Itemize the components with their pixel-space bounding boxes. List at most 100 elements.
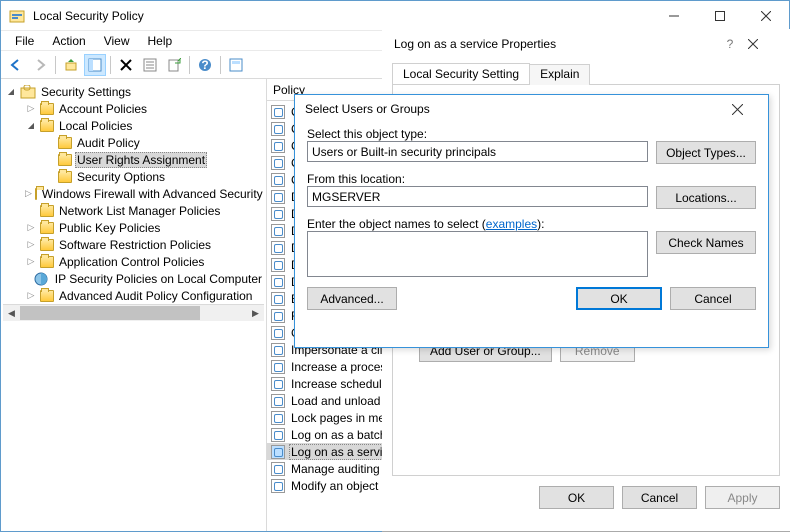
tree-item-label: Software Restriction Policies <box>57 238 213 252</box>
tree-item-label: IP Security Policies on Local Computer <box>53 272 264 286</box>
check-names-button[interactable]: Check Names <box>656 231 756 254</box>
tree-item[interactable]: Software Restriction Policies <box>3 236 264 253</box>
up-button[interactable] <box>60 54 82 76</box>
cancel-button[interactable]: Cancel <box>622 486 697 509</box>
policy-icon <box>271 241 285 255</box>
help-button[interactable]: ? <box>194 54 216 76</box>
menu-action[interactable]: Action <box>44 32 93 50</box>
tree-item[interactable]: Network List Manager Policies <box>3 202 264 219</box>
select-dialog-titlebar: Select Users or Groups <box>295 95 768 123</box>
close-button[interactable] <box>732 104 762 115</box>
apply-button: Apply <box>705 486 780 509</box>
select-users-or-groups-dialog: Select Users or Groups Select this objec… <box>294 94 769 348</box>
policy-icon <box>271 411 285 425</box>
tree-item[interactable]: Application Control Policies <box>3 253 264 270</box>
properties-titlebar: Log on as a service Properties ? <box>382 29 790 59</box>
expand-icon[interactable] <box>25 255 37 268</box>
menu-help[interactable]: Help <box>140 32 181 50</box>
tree-item-label: Advanced Audit Policy Configuration <box>57 289 254 303</box>
show-hide-tree-button[interactable] <box>84 54 106 76</box>
policy-label: Log on as a service <box>289 444 397 460</box>
select-dialog-title: Select Users or Groups <box>305 102 732 116</box>
policy-icon <box>271 122 285 136</box>
folder-icon <box>40 103 54 115</box>
tree-item[interactable]: Security Options <box>3 168 264 185</box>
folder-icon <box>58 137 72 149</box>
tree-item[interactable]: Windows Firewall with Advanced Security <box>3 185 264 202</box>
ok-button[interactable]: OK <box>576 287 662 310</box>
tree-item-label: User Rights Assignment <box>75 152 207 168</box>
location-field[interactable] <box>307 186 648 207</box>
tab-local-security-setting[interactable]: Local Security Setting <box>392 63 530 84</box>
policy-icon <box>271 326 285 340</box>
policy-icon <box>271 173 285 187</box>
scroll-left-icon[interactable]: ◀ <box>3 305 20 321</box>
policy-icon <box>271 139 285 153</box>
policy-icon <box>271 292 285 306</box>
delete-button[interactable] <box>115 54 137 76</box>
scroll-thumb[interactable] <box>20 306 200 320</box>
object-types-button[interactable]: Object Types... <box>656 141 756 164</box>
expand-icon[interactable] <box>25 238 37 251</box>
tree-item[interactable]: Audit Policy <box>3 134 264 151</box>
tree-item-label: Audit Policy <box>75 136 142 150</box>
tree-item[interactable]: Public Key Policies <box>3 219 264 236</box>
tree-item[interactable]: User Rights Assignment <box>3 151 264 168</box>
policy-icon <box>271 360 285 374</box>
object-names-label: Enter the object names to select (exampl… <box>307 217 756 231</box>
close-button[interactable] <box>748 39 784 49</box>
expand-icon[interactable] <box>25 289 37 302</box>
tree-horizontal-scrollbar[interactable]: ◀ ▶ <box>3 304 264 321</box>
tree-item[interactable]: IP Security Policies on Local Computer <box>3 270 264 287</box>
cancel-button[interactable]: Cancel <box>670 287 756 310</box>
tree-item[interactable]: Account Policies <box>3 100 264 117</box>
tree-item[interactable]: Advanced Audit Policy Configuration <box>3 287 264 304</box>
expand-icon[interactable] <box>25 221 37 234</box>
tree-root[interactable]: Security Settings <box>3 83 264 100</box>
window-title: Local Security Policy <box>33 9 651 23</box>
object-type-field[interactable] <box>307 141 648 162</box>
back-button[interactable] <box>5 54 27 76</box>
minimize-button[interactable] <box>651 1 697 30</box>
help-button[interactable]: ? <box>712 37 748 51</box>
tree-item-label: Application Control Policies <box>57 255 206 269</box>
close-button[interactable] <box>743 1 789 30</box>
expand-icon[interactable] <box>25 120 37 132</box>
maximize-button[interactable] <box>697 1 743 30</box>
menu-file[interactable]: File <box>7 32 42 50</box>
folder-icon <box>58 171 72 183</box>
forward-button[interactable] <box>29 54 51 76</box>
examples-link[interactable]: examples <box>486 217 537 231</box>
advanced-button[interactable]: Advanced... <box>307 287 397 310</box>
tree-item-label: Security Options <box>75 170 167 184</box>
policy-icon <box>271 428 285 442</box>
location-label: From this location: <box>307 172 756 186</box>
tree-root-label: Security Settings <box>39 85 133 99</box>
expand-icon[interactable] <box>25 187 32 200</box>
expand-icon[interactable] <box>25 102 37 115</box>
folder-icon <box>40 120 54 132</box>
folder-icon <box>35 188 37 200</box>
menu-view[interactable]: View <box>96 32 138 50</box>
titlebar: Local Security Policy <box>1 1 789 31</box>
app-icon <box>9 8 25 24</box>
policy-icon <box>271 309 285 323</box>
tree-item-label: Local Policies <box>57 119 134 133</box>
export-button[interactable] <box>163 54 185 76</box>
properties-button[interactable] <box>139 54 161 76</box>
policy-icon <box>271 377 285 391</box>
folder-icon <box>58 154 72 166</box>
tree-pane[interactable]: Security Settings Account Policies Local … <box>1 79 267 531</box>
policy-icon <box>271 445 285 459</box>
tree-item[interactable]: Local Policies <box>3 117 264 134</box>
properties-title: Log on as a service Properties <box>394 37 712 51</box>
expand-icon[interactable] <box>5 86 17 98</box>
ok-button[interactable]: OK <box>539 486 614 509</box>
locations-button[interactable]: Locations... <box>656 186 756 209</box>
policy-icon <box>271 207 285 221</box>
refresh-button[interactable] <box>225 54 247 76</box>
object-names-input[interactable] <box>307 231 648 277</box>
tree-item-label: Account Policies <box>57 102 149 116</box>
scroll-right-icon[interactable]: ▶ <box>247 305 264 321</box>
tab-explain[interactable]: Explain <box>529 64 590 85</box>
